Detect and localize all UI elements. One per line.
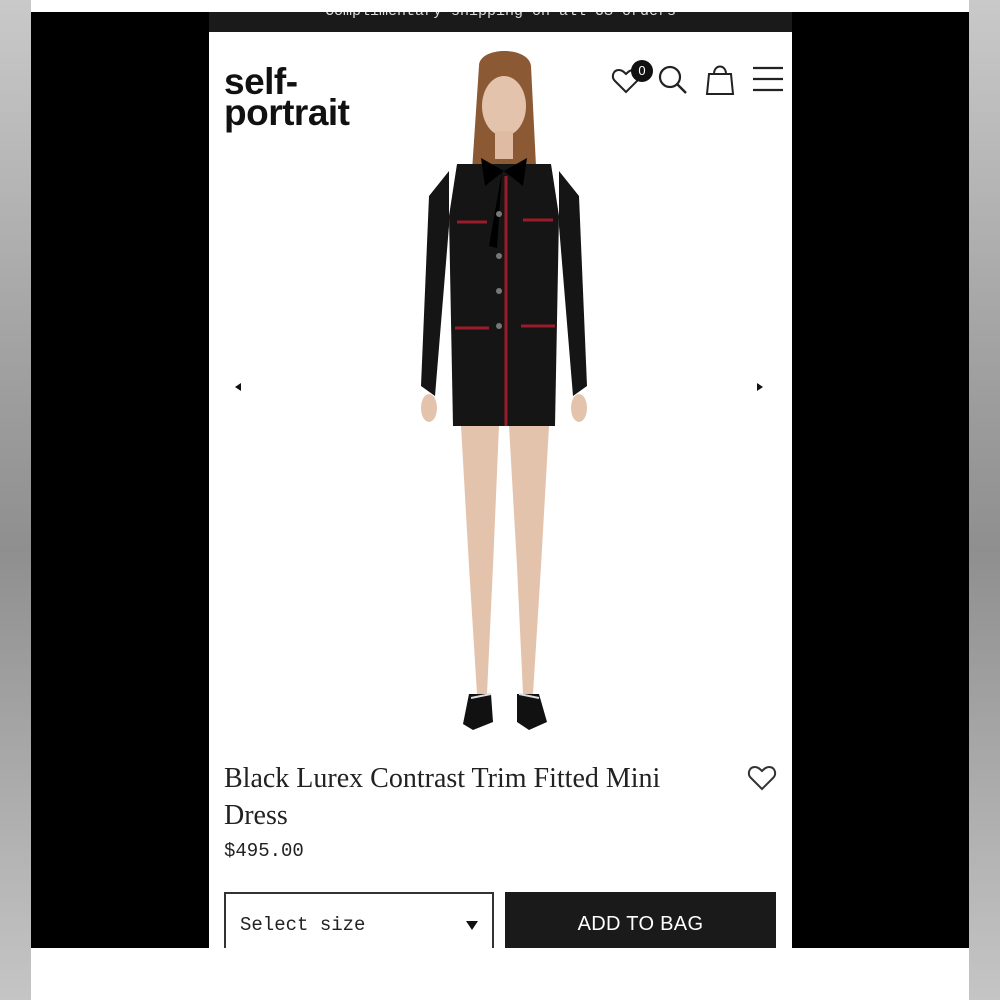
frame-bottom bbox=[31, 948, 969, 1000]
phone-screen: Complimentary shipping on all US orders … bbox=[209, 12, 792, 948]
heart-icon bbox=[747, 765, 777, 791]
size-select[interactable]: Select size bbox=[224, 892, 494, 948]
frame-edge-left bbox=[0, 0, 31, 1000]
arrow-right-icon[interactable] bbox=[753, 380, 767, 394]
product-title: Black Lurex Contrast Trim Fitted Mini Dr… bbox=[224, 763, 661, 831]
bag-icon bbox=[705, 65, 735, 95]
add-to-bag-button[interactable]: ADD TO BAG bbox=[505, 892, 776, 948]
size-select-label: Select size bbox=[240, 914, 366, 936]
menu-icon bbox=[753, 66, 783, 92]
search-icon bbox=[658, 65, 687, 94]
product-image[interactable] bbox=[409, 46, 599, 746]
frame-edge-right bbox=[969, 0, 1000, 1000]
arrow-left-icon[interactable] bbox=[231, 380, 245, 394]
add-to-wishlist-button[interactable] bbox=[747, 764, 777, 792]
frame-top bbox=[31, 0, 969, 12]
caret-down-icon bbox=[466, 921, 478, 930]
wishlist-count-badge: 0 bbox=[631, 60, 653, 82]
promo-banner: Complimentary shipping on all US orders bbox=[209, 12, 792, 32]
wishlist-button[interactable]: 0 bbox=[611, 60, 653, 96]
promo-text: Complimentary shipping on all US orders bbox=[325, 12, 676, 20]
bag-button[interactable] bbox=[705, 62, 735, 96]
search-button[interactable] bbox=[657, 64, 689, 96]
product-price: $495.00 bbox=[224, 840, 304, 862]
brand-logo-line2: portrait bbox=[224, 92, 350, 133]
brand-logo[interactable]: self- portrait bbox=[224, 63, 350, 133]
menu-button[interactable] bbox=[751, 64, 785, 94]
